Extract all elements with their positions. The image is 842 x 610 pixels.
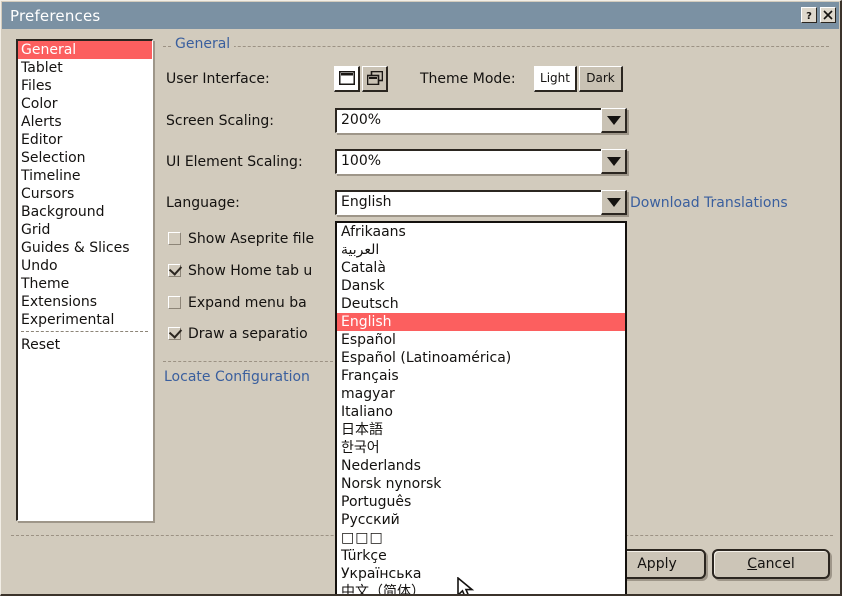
- dropdown-item-catala[interactable]: Català: [337, 259, 625, 277]
- checkbox-label: Expand menu ba: [188, 295, 307, 311]
- dropdown-item-norsk-nynorsk[interactable]: Norsk nynorsk: [337, 475, 625, 493]
- dropdown-item-japanese[interactable]: 日本語: [337, 421, 625, 439]
- sidebar-item-alerts[interactable]: Alerts: [18, 113, 152, 131]
- checkbox-checked-icon[interactable]: [168, 264, 181, 277]
- sidebar-item-cursors[interactable]: Cursors: [18, 185, 152, 203]
- sidebar-separator: [21, 331, 148, 333]
- dropdown-item-francais[interactable]: Français: [337, 367, 625, 385]
- checkbox-label: Show Home tab u: [188, 263, 313, 279]
- sidebar-item-tablet[interactable]: Tablet: [18, 59, 152, 77]
- screen-scaling-label: Screen Scaling:: [166, 113, 275, 129]
- svg-text:?: ?: [806, 11, 812, 21]
- dropdown-item-dansk[interactable]: Dansk: [337, 277, 625, 295]
- preferences-window: Preferences ? General Tablet Files Color…: [0, 0, 842, 596]
- sidebar-item-undo[interactable]: Undo: [18, 257, 152, 275]
- theme-mode-dark-button[interactable]: Dark: [579, 66, 623, 92]
- sidebar-item-selection[interactable]: Selection: [18, 149, 152, 167]
- close-icon[interactable]: [820, 7, 836, 23]
- sidebar-item-reset[interactable]: Reset: [18, 336, 152, 354]
- sidebar-item-general[interactable]: General: [18, 41, 152, 59]
- single-window-icon: [335, 71, 358, 85]
- checkbox-icon[interactable]: [168, 232, 181, 245]
- general-group-title: General: [171, 36, 235, 52]
- checkbox-expand-menu-bar[interactable]: Expand menu ba: [168, 295, 307, 311]
- language-combobox[interactable]: English: [335, 190, 627, 215]
- title-bar: Preferences ?: [2, 2, 839, 29]
- sidebar-item-grid[interactable]: Grid: [18, 221, 152, 239]
- dropdown-item-portugues[interactable]: Português: [337, 493, 625, 511]
- checkbox-label: Show Aseprite file: [188, 231, 315, 247]
- sidebar-item-files[interactable]: Files: [18, 77, 152, 95]
- checkbox-show-home-tab[interactable]: Show Home tab u: [168, 263, 312, 279]
- sidebar-item-guides-slices[interactable]: Guides & Slices: [18, 239, 152, 257]
- single-window-button[interactable]: [334, 66, 360, 92]
- chevron-down-icon[interactable]: [601, 108, 627, 133]
- sidebar-item-extensions[interactable]: Extensions: [18, 293, 152, 311]
- checkbox-label: Draw a separatio: [188, 326, 308, 342]
- sidebar-item-color[interactable]: Color: [18, 95, 152, 113]
- sidebar-item-background[interactable]: Background: [18, 203, 152, 221]
- cancel-label-rest: ancel: [757, 556, 795, 572]
- language-label: Language:: [166, 195, 240, 211]
- dropdown-item-arabic[interactable]: العربية: [337, 241, 625, 259]
- category-list[interactable]: General Tablet Files Color Alerts Editor…: [16, 39, 153, 521]
- ui-element-scaling-combobox[interactable]: 100%: [335, 149, 627, 174]
- language-dropdown-list[interactable]: Afrikaans العربية Català Dansk Deutsch E…: [335, 221, 627, 594]
- cancel-button[interactable]: Cancel: [712, 549, 830, 579]
- screen-scaling-value: 200%: [341, 112, 382, 128]
- checkbox-checked-icon[interactable]: [168, 327, 181, 340]
- dropdown-item-english[interactable]: English: [337, 313, 625, 331]
- sidebar-item-experimental[interactable]: Experimental: [18, 311, 152, 329]
- locate-configuration-link[interactable]: Locate Configuration: [164, 369, 310, 385]
- ui-element-scaling-value: 100%: [341, 153, 382, 169]
- ui-element-scaling-label: UI Element Scaling:: [166, 154, 303, 170]
- sidebar-item-theme[interactable]: Theme: [18, 275, 152, 293]
- dropdown-item-unsupported-glyphs[interactable]: □□□: [337, 529, 625, 547]
- dropdown-item-italiano[interactable]: Italiano: [337, 403, 625, 421]
- window-title: Preferences: [10, 7, 101, 25]
- cancel-button-label: Cancel: [747, 556, 794, 572]
- dropdown-item-russian[interactable]: Русский: [337, 511, 625, 529]
- checkbox-icon[interactable]: [168, 296, 181, 309]
- chevron-down-icon[interactable]: [601, 149, 627, 174]
- multi-window-button[interactable]: [362, 66, 388, 92]
- dropdown-item-turkce[interactable]: Türkçe: [337, 547, 625, 565]
- panel-separator-1: [163, 361, 333, 362]
- theme-mode-light-button[interactable]: Light: [534, 66, 577, 92]
- dropdown-item-nederlands[interactable]: Nederlands: [337, 457, 625, 475]
- checkbox-show-aseprite-file[interactable]: Show Aseprite file: [168, 231, 314, 247]
- dropdown-item-korean[interactable]: 한국어: [337, 439, 625, 457]
- dropdown-item-deutsch[interactable]: Deutsch: [337, 295, 625, 313]
- dropdown-item-afrikaans[interactable]: Afrikaans: [337, 223, 625, 241]
- dropdown-item-ukrainian[interactable]: Українська: [337, 565, 625, 583]
- dropdown-item-magyar[interactable]: magyar: [337, 385, 625, 403]
- dropdown-item-espanol[interactable]: Español: [337, 331, 625, 349]
- checkbox-draw-separation[interactable]: Draw a separatio: [168, 326, 308, 342]
- language-value: English: [341, 194, 392, 210]
- screen-scaling-combobox[interactable]: 200%: [335, 108, 627, 133]
- chevron-down-icon[interactable]: [601, 190, 627, 215]
- general-group-frame: [163, 46, 829, 47]
- download-translations-link[interactable]: Download Translations: [630, 195, 788, 211]
- sidebar-item-editor[interactable]: Editor: [18, 131, 152, 149]
- cancel-accel: C: [747, 556, 758, 572]
- sidebar-item-timeline[interactable]: Timeline: [18, 167, 152, 185]
- user-interface-label: User Interface:: [166, 71, 270, 87]
- help-icon[interactable]: ?: [801, 7, 817, 23]
- theme-mode-label: Theme Mode:: [420, 71, 516, 87]
- multi-window-icon: [363, 71, 386, 85]
- dropdown-item-chinese-simplified[interactable]: 中文（简体）: [337, 583, 625, 594]
- dropdown-item-espanol-latinoamerica[interactable]: Español (Latinoamérica): [337, 349, 625, 367]
